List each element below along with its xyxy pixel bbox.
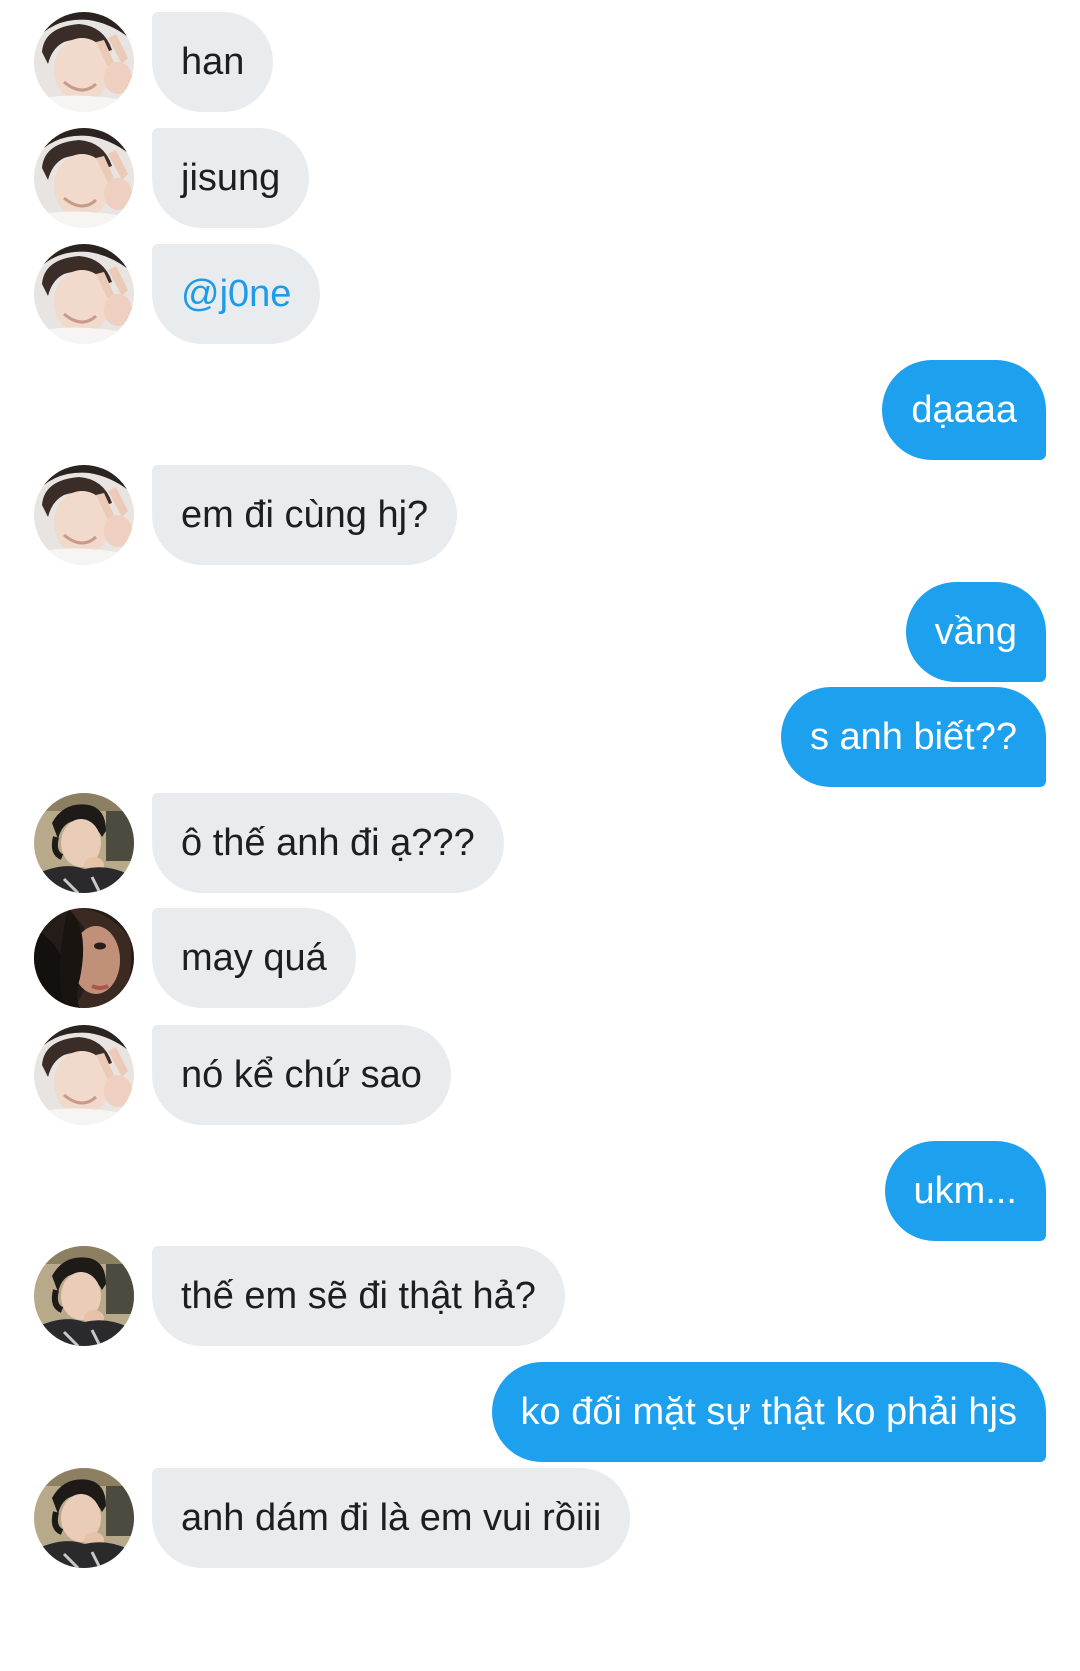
message-row: vầng (0, 582, 1080, 682)
avatar-image-bus-boy (34, 793, 134, 893)
message-bubble[interactable]: anh dám đi là em vui rồiii (152, 1468, 631, 1568)
message-row: thế em sẽ đi thật hả? (0, 1246, 1080, 1346)
message-bubble[interactable]: ko đối mặt sự thật ko phải hjs (491, 1362, 1046, 1462)
avatar[interactable] (34, 244, 134, 344)
message-row: ô thế anh đi ạ??? (0, 793, 1080, 893)
avatar-image-han-peace (34, 128, 134, 228)
message-row: dạaaa (0, 360, 1080, 460)
message-bubble[interactable]: may quá (152, 908, 356, 1008)
avatar-image-han-peace (34, 244, 134, 344)
avatar[interactable] (34, 1246, 134, 1346)
message-row: s anh biết?? (0, 687, 1080, 787)
message-row: anh dám đi là em vui rồiii (0, 1468, 1080, 1568)
dm-conversation: { "conversation": { "messages": [ { "sid… (0, 0, 1080, 1671)
avatar[interactable] (34, 465, 134, 565)
message-bubble[interactable]: ô thế anh đi ạ??? (152, 793, 504, 893)
message-bubble[interactable]: em đi cùng hj? (152, 465, 458, 565)
message-row: ukm... (0, 1141, 1080, 1241)
message-bubble[interactable]: s anh biết?? (780, 687, 1046, 787)
message-bubble[interactable]: ukm... (884, 1141, 1046, 1241)
mention-link[interactable]: @j0ne (152, 244, 321, 344)
message-row: em đi cùng hj? (0, 465, 1080, 565)
avatar-image-bus-boy (34, 1468, 134, 1568)
message-row: may quá (0, 908, 1080, 1008)
message-bubble[interactable]: thế em sẽ đi thật hả? (152, 1246, 565, 1346)
avatar[interactable] (34, 128, 134, 228)
avatar-image-han-peace (34, 12, 134, 112)
message-row: jisung (0, 128, 1080, 228)
message-bubble[interactable]: dạaaa (882, 360, 1046, 460)
avatar[interactable] (34, 908, 134, 1008)
avatar[interactable] (34, 12, 134, 112)
message-bubble[interactable]: vầng (905, 582, 1046, 682)
message-row: han (0, 12, 1080, 112)
message-bubble[interactable]: jisung (152, 128, 310, 228)
message-row: ko đối mặt sự thật ko phải hjs (0, 1362, 1080, 1462)
message-row: @j0ne (0, 244, 1080, 344)
avatar[interactable] (34, 1468, 134, 1568)
message-bubble[interactable]: nó kể chứ sao (152, 1025, 451, 1125)
message-bubble[interactable]: han (152, 12, 274, 112)
avatar-image-han-peace (34, 465, 134, 565)
message-row: nó kể chứ sao (0, 1025, 1080, 1125)
avatar-image-dark-face (34, 908, 134, 1008)
avatar-image-han-peace (34, 1025, 134, 1125)
avatar-image-bus-boy (34, 1246, 134, 1346)
avatar[interactable] (34, 793, 134, 893)
avatar[interactable] (34, 1025, 134, 1125)
